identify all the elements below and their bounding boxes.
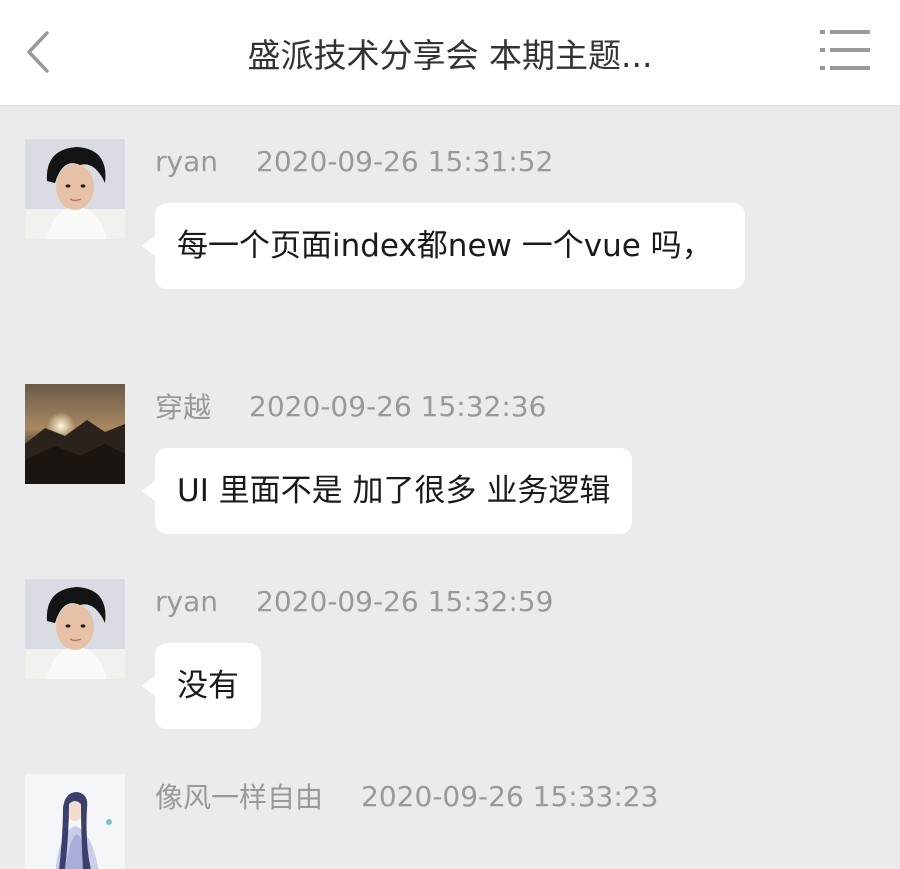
chat-title: 盛派技术分享会 本期主题... bbox=[247, 36, 653, 75]
avatar[interactable] bbox=[25, 384, 125, 484]
message-timestamp: 2020-09-26 15:33:23 bbox=[361, 779, 659, 813]
chevron-left-icon bbox=[27, 31, 49, 73]
list-menu-icon bbox=[820, 30, 870, 70]
sender-name[interactable]: 穿越 bbox=[155, 386, 211, 426]
avatar[interactable] bbox=[25, 579, 125, 679]
message-meta: ryan 2020-09-26 15:32:59 bbox=[155, 581, 553, 621]
top-navigation-bar: 盛派技术分享会 本期主题... bbox=[0, 0, 900, 106]
message-text: 每一个页面index都new 一个vue 吗， bbox=[177, 228, 713, 264]
message-bubble[interactable]: 每一个页面index都new 一个vue 吗， bbox=[142, 203, 745, 289]
menu-button[interactable] bbox=[814, 20, 878, 80]
sender-name[interactable]: ryan bbox=[155, 145, 218, 178]
message-text: UI 里面不是 加了很多 业务逻辑 bbox=[177, 473, 611, 509]
message-meta: 穿越 2020-09-26 15:32:36 bbox=[155, 386, 546, 426]
message-bubble[interactable]: UI 里面不是 加了很多 业务逻辑 bbox=[141, 448, 633, 534]
message-timestamp: 2020-09-26 15:32:59 bbox=[256, 584, 554, 618]
message-bubble[interactable]: 没有 bbox=[142, 643, 261, 729]
sender-name[interactable]: ryan bbox=[155, 585, 218, 618]
avatar[interactable] bbox=[25, 139, 125, 239]
avatar-photo bbox=[25, 139, 125, 239]
avatar-illustration bbox=[25, 774, 125, 869]
message-text: 没有 bbox=[177, 668, 239, 704]
avatar-photo bbox=[25, 579, 125, 679]
message-meta: ryan 2020-09-26 15:31:52 bbox=[155, 141, 553, 181]
message-timestamp: 2020-09-26 15:31:52 bbox=[256, 144, 554, 178]
back-button[interactable] bbox=[14, 22, 62, 82]
avatar-photo bbox=[25, 384, 125, 484]
message-meta: 像风一样自由 2020-09-26 15:33:23 bbox=[155, 776, 658, 816]
avatar[interactable] bbox=[25, 774, 125, 869]
chat-message-list[interactable]: ryan 2020-09-26 15:31:52 每一个页面index都new … bbox=[0, 107, 900, 869]
message-timestamp: 2020-09-26 15:32:36 bbox=[249, 389, 547, 423]
sender-name[interactable]: 像风一样自由 bbox=[155, 776, 323, 816]
